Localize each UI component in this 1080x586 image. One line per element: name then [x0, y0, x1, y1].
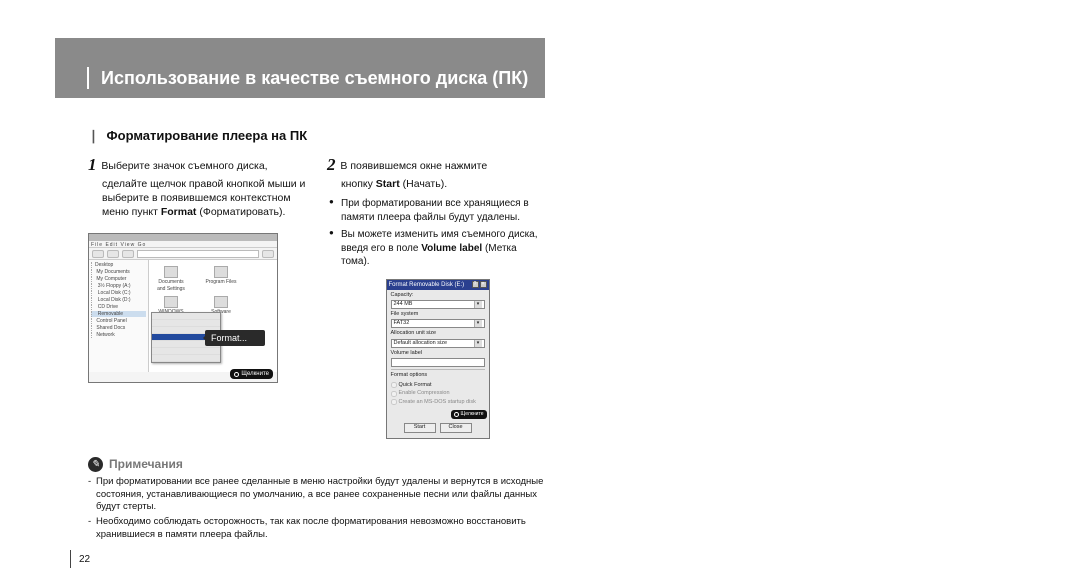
enable-compression-text: Enable Compression	[399, 390, 450, 397]
header-divider	[87, 67, 89, 89]
heading-marker: ❘	[88, 128, 99, 143]
page-number-area: 22	[70, 550, 90, 568]
chevron-down-icon: ▾	[474, 320, 482, 327]
page-number-divider	[70, 550, 71, 568]
notes-heading: ✎ Примечания	[88, 457, 548, 472]
dialog-titlebar: Format Removable Disk (E:) ? ×	[387, 280, 489, 290]
header-top-strip	[55, 38, 545, 58]
step-2-bold: Start	[376, 178, 400, 190]
quick-format-text: Quick Format	[399, 382, 432, 389]
explorer-titlebar	[89, 234, 277, 241]
click-callout: Щелкните	[230, 369, 273, 379]
format-dialog-wrap: Format Removable Disk (E:) ? × Capacity:…	[327, 279, 548, 439]
content-area: ❘ Форматирование плеера на ПК 1 Выберите…	[88, 128, 548, 544]
step-2-line1: В появившемся окне нажмите	[340, 160, 487, 172]
notes-section: ✎ Примечания При форматировании все ране…	[88, 457, 548, 542]
msdos-text: Create an MS-DOS startup disk	[399, 399, 476, 406]
toolbar-button	[107, 250, 119, 258]
toolbar-button	[122, 250, 134, 258]
dialog-button-row: Start Close	[387, 421, 489, 434]
chevron-down-icon: ▾	[474, 301, 482, 308]
address-bar	[137, 250, 259, 258]
step-2: 2 В появившемся окне нажмите кнопку Star…	[327, 154, 548, 439]
chevron-down-icon: ▾	[474, 340, 482, 347]
bullet-item: Вы можете изменить имя съемного диска, в…	[327, 228, 548, 269]
status-dot-icon	[454, 412, 459, 417]
bullet-2-bold: Volume label	[421, 243, 482, 254]
format-options-group: Format options Quick Format Enable Compr…	[391, 369, 485, 406]
capacity-label: Capacity:	[391, 292, 485, 299]
capacity-field: 244 MB ▾	[391, 300, 485, 309]
step-1-bold: Format	[161, 206, 197, 218]
close-icon: ×	[480, 281, 487, 288]
format-callout-text: Format...	[211, 332, 247, 344]
alloc-field: Default allocation size ▾	[391, 339, 485, 348]
click-callout: Щелкните	[451, 410, 487, 419]
section-heading-text: Форматирование плеера на ПК	[107, 128, 308, 143]
note-item: При форматировании все ранее сделанные в…	[88, 476, 548, 514]
document-page: Использование в качестве съемного диска …	[0, 0, 1080, 586]
page-number: 22	[79, 554, 90, 565]
folder-tree: Desktop My Documents My Computer 3½ Flop…	[89, 260, 149, 372]
step-1-number: 1	[88, 155, 97, 174]
format-options-label: Format options	[391, 372, 485, 379]
bullet-item: При форматировании все хранящиеся в памя…	[327, 197, 548, 224]
notes-list: При форматировании все ранее сделанные в…	[88, 476, 548, 542]
step-1: 1 Выберите значок съемного диска, сделай…	[88, 154, 309, 439]
folder-icon: Program Files	[205, 266, 237, 286]
step-1-tail: (Форматировать).	[196, 206, 285, 218]
step-2-post: (Начать).	[400, 178, 447, 190]
notes-badge-icon: ✎	[88, 457, 103, 472]
step-1-line1: Выберите значок съемного диска,	[101, 160, 267, 172]
folder-icon: Documents and Settings	[155, 266, 187, 293]
section-heading: ❘ Форматирование плеера на ПК	[88, 128, 548, 144]
volume-label-label: Volume label	[391, 350, 485, 357]
notes-title: Примечания	[109, 457, 183, 471]
click-callout-text: Щелкните	[241, 370, 269, 378]
enable-compression-checkbox: Enable Compression	[391, 390, 485, 397]
quick-format-checkbox: Quick Format	[391, 382, 485, 389]
filesystem-value: FAT32	[394, 320, 410, 327]
explorer-toolbar	[89, 248, 277, 260]
note-item: Необходимо соблюдать осторожность, так к…	[88, 516, 548, 542]
start-button: Start	[404, 423, 436, 433]
click-callout-text: Щелкните	[461, 411, 484, 418]
format-dialog-mock: Format Removable Disk (E:) ? × Capacity:…	[386, 279, 490, 439]
filesystem-label: File system	[391, 311, 485, 318]
dialog-caption: Format Removable Disk (E:)	[389, 281, 465, 289]
msdos-checkbox: Create an MS-DOS startup disk	[391, 399, 485, 406]
explorer-window-mock: File Edit View Go Desktop My Documents M…	[88, 233, 278, 383]
step-2-bullets: При форматировании все хранящиеся в памя…	[327, 197, 548, 269]
page-title: Использование в качестве съемного диска …	[101, 68, 528, 89]
explorer-menubar: File Edit View Go	[89, 241, 277, 248]
format-callout: Format...	[205, 330, 265, 346]
steps-columns: 1 Выберите значок съемного диска, сделай…	[88, 154, 548, 439]
filesystem-field: FAT32 ▾	[391, 319, 485, 328]
alloc-label: Allocation unit size	[391, 330, 485, 337]
capacity-value: 244 MB	[394, 301, 413, 308]
step-2-number: 2	[327, 155, 336, 174]
help-icon: ?	[472, 281, 479, 288]
alloc-value: Default allocation size	[394, 340, 448, 347]
status-dot-icon	[234, 372, 239, 377]
step-2-pre: кнопку	[341, 178, 376, 190]
header-title-bar: Использование в качестве съемного диска …	[55, 58, 545, 98]
toolbar-button	[262, 250, 274, 258]
volume-field	[391, 358, 485, 367]
close-button: Close	[440, 423, 472, 433]
toolbar-button	[92, 250, 104, 258]
